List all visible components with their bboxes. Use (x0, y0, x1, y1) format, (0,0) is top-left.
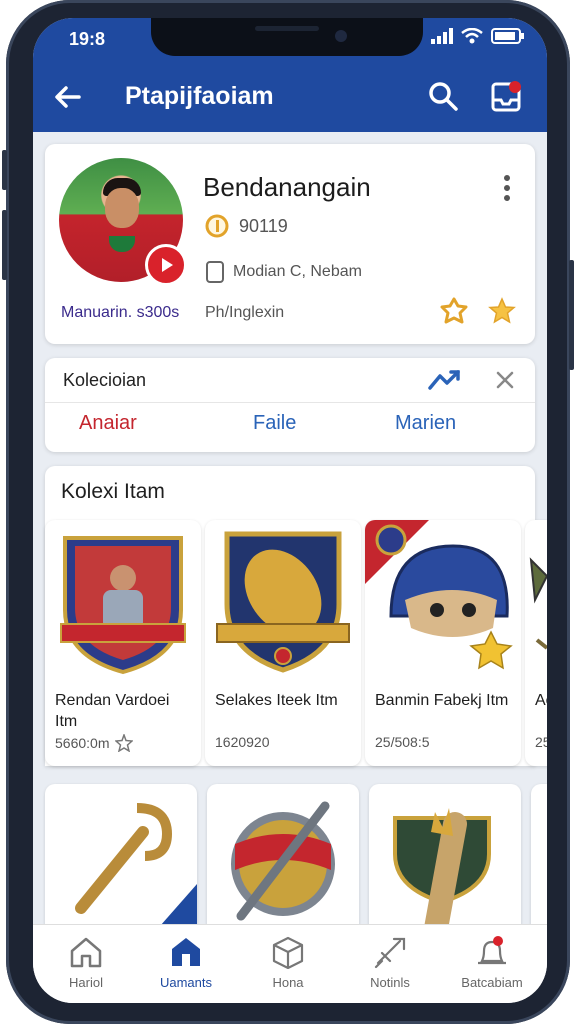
avatar-collar (109, 236, 135, 252)
coin-icon (205, 214, 229, 238)
award-icon[interactable] (439, 296, 469, 326)
item-meta-value: 1620920 (215, 734, 270, 750)
item-image (529, 557, 547, 650)
page-title: Ptapijfaoiam (125, 82, 274, 110)
item-card[interactable]: Rendan Vardoei Itm 5660:0m (45, 520, 201, 766)
key-image (75, 803, 197, 934)
item-name: Ac (535, 692, 547, 709)
item-meta-value: 5660:0m (55, 735, 110, 751)
profile-name: Bendanangain (203, 172, 371, 202)
star-outline-icon (115, 734, 134, 752)
close-icon[interactable] (493, 368, 517, 392)
nav-item-notinls[interactable]: Notinls (345, 935, 435, 990)
item-card[interactable]: Banmin Fabekj Itm 25/508:5 (365, 520, 521, 766)
avatar-face (105, 188, 139, 228)
inbox-icon[interactable] (489, 78, 525, 114)
nav-label: Batcabiam (461, 975, 523, 990)
sword-shield-image (231, 801, 335, 921)
item-name: Rendan Vardoei Itm (55, 692, 170, 730)
collection-card: Kolecioian Anaiar Faile Marien (45, 358, 535, 452)
side-button (2, 210, 7, 280)
member-label: Manuarin. s300s (61, 304, 180, 321)
more-icon[interactable] (503, 174, 511, 202)
item-meta: 25/508:5 (375, 734, 430, 750)
item-card[interactable] (531, 784, 547, 934)
battery-icon (491, 28, 524, 44)
box-icon (272, 936, 304, 969)
trend-icon[interactable] (427, 366, 463, 394)
location-text: Modian C, Nebam (233, 263, 362, 280)
side-button (569, 260, 574, 370)
device-icon (206, 261, 224, 283)
item-meta: 25 (535, 734, 547, 750)
coin-value: 90119 (239, 215, 288, 236)
item-card[interactable] (45, 784, 197, 934)
nav-label: Hariol (69, 975, 103, 990)
items-title: Kolexi Itam (61, 480, 165, 503)
nav-item-hona[interactable]: Hona (243, 935, 333, 990)
store-icon (172, 938, 200, 966)
side-button (2, 150, 7, 190)
front-camera (335, 30, 347, 42)
item-meta: 5660:0m (55, 734, 134, 752)
search-icon[interactable] (427, 80, 459, 112)
nav-label: Notinls (370, 975, 410, 990)
torch-image (393, 808, 491, 934)
item-name: Banmin Fabekj Itm (375, 692, 509, 709)
item-card[interactable] (369, 784, 521, 934)
collection-title: Kolecioian (63, 370, 147, 390)
nav-item-uamants[interactable]: Uamants (141, 935, 231, 990)
item-card[interactable]: Ac 25 (525, 520, 547, 766)
wifi-icon (461, 28, 483, 44)
camera-notch (151, 18, 423, 56)
helmet-image (365, 520, 513, 670)
speaker (255, 26, 319, 31)
back-arrow-icon[interactable] (51, 80, 85, 114)
crest-image (60, 536, 186, 675)
status-time: 19:8 (69, 29, 106, 49)
shield-image (216, 531, 350, 673)
profile-card: Bendanangain 90119 Modian C, Nebam Manua… (45, 144, 535, 344)
bottom-nav: Hariol Uamants Hona Notinls Batcabiam (33, 924, 547, 1003)
nav-label: Hona (272, 975, 304, 990)
star-icon[interactable] (487, 296, 517, 326)
home-icon (70, 937, 102, 968)
nav-item-batcabiam[interactable]: Batcabiam (447, 935, 537, 990)
signal-icon (431, 28, 453, 44)
sword-icon (374, 937, 406, 969)
tab-faile[interactable]: Faile (253, 412, 296, 435)
bell-icon (478, 936, 506, 965)
item-meta-value: 25 (535, 734, 547, 750)
item-card[interactable] (207, 784, 359, 934)
item-card[interactable]: Selakes Iteek Itm 1620920 (205, 520, 361, 766)
nav-label: Uamants (159, 975, 213, 990)
item-meta: 1620920 (215, 734, 270, 750)
nav-item-hariol[interactable]: Hariol (41, 935, 131, 990)
item-name: Selakes Iteek Itm (215, 692, 338, 709)
divider (45, 402, 535, 403)
tab-anaiar[interactable]: Anaiar (79, 412, 137, 435)
item-meta-value: 25/508:5 (375, 734, 430, 750)
screen: 19:8 Ptapijfaoiam Bendanangain 90119 Mod… (33, 18, 547, 1003)
play-icon[interactable] (145, 244, 187, 286)
location: Modian C, Nebam (205, 260, 362, 284)
sub-label: Ph/Inglexin (205, 304, 285, 321)
tab-marien[interactable]: Marien (395, 412, 456, 435)
status-icons (431, 28, 525, 44)
coin-balance: 90119 (205, 214, 288, 238)
